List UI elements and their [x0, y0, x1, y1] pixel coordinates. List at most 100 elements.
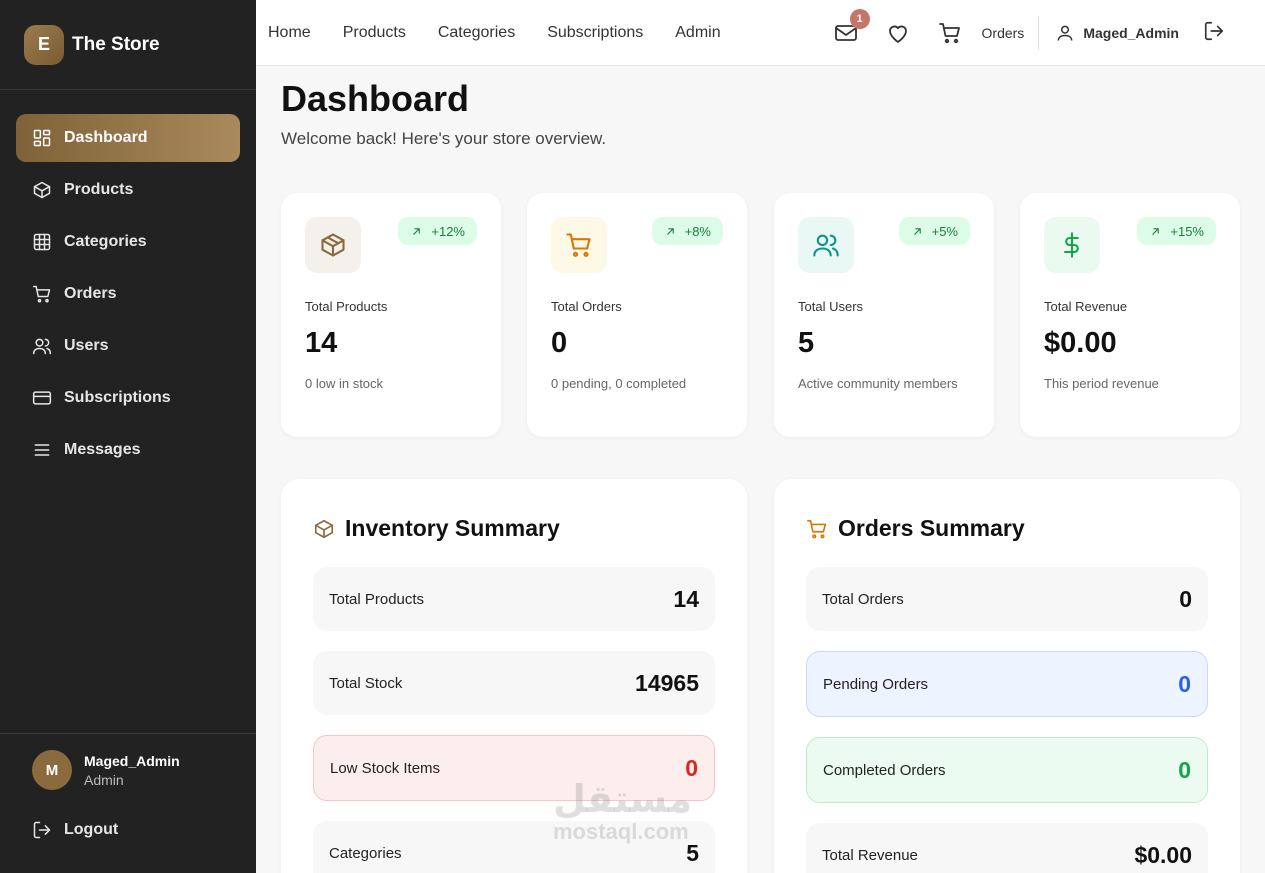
stat-value: 5	[798, 327, 815, 359]
user-icon	[1057, 25, 1073, 41]
dollar-icon	[1063, 232, 1079, 258]
nav-link-subscriptions[interactable]: Subscriptions	[547, 24, 643, 42]
users-icon	[813, 234, 839, 257]
sidebar-item-label: Categories	[64, 233, 147, 250]
summary-row-total-stock: Total Stock 14965	[313, 651, 715, 715]
user-menu-name: Maged_Admin	[1083, 25, 1179, 41]
messages-button[interactable]: 1	[834, 9, 870, 45]
logout-icon-button[interactable]	[1203, 20, 1225, 47]
box-icon	[314, 519, 334, 538]
trend-value: +5%	[931, 223, 958, 239]
nav-link-admin[interactable]: Admin	[675, 24, 720, 42]
panel-title: Orders Summary	[838, 515, 1025, 541]
sidebar-item-messages[interactable]: Messages	[16, 426, 240, 474]
dashboard-icon	[33, 129, 51, 147]
row-label: Total Revenue	[822, 846, 918, 864]
stat-label: Total Users	[798, 299, 864, 314]
sidebar-item-products[interactable]: Products	[16, 166, 240, 214]
nav-link-home[interactable]: Home	[268, 24, 311, 42]
nav-link-products[interactable]: Products	[343, 24, 406, 42]
panel-title: Inventory Summary	[345, 515, 560, 541]
stat-card-products: +12% Total Products 14 0 low in stock	[281, 193, 501, 437]
trend-value: +15%	[1170, 223, 1204, 239]
page-subtitle: Welcome back! Here's your store overview…	[281, 129, 607, 148]
stat-card-revenue: +15% Total Revenue $0.00 This period rev…	[1020, 193, 1240, 437]
top-nav: Home Products Categories Subscriptions A…	[268, 24, 753, 42]
stat-note: 0 low in stock	[305, 376, 384, 391]
logout-icon	[33, 821, 51, 839]
card-icon-box	[305, 217, 361, 273]
stat-value: 14	[305, 327, 338, 359]
user-role: Admin	[84, 771, 124, 788]
stat-label: Total Products	[305, 299, 388, 314]
sidebar: E The Store Dashboard Products Categorie…	[0, 0, 256, 873]
arrow-up-right-icon	[666, 227, 674, 235]
orders-summary-panel: Orders Summary Total Orders 0 Pending Or…	[774, 479, 1240, 873]
sidebar-item-subscriptions[interactable]: Subscriptions	[16, 374, 240, 422]
watermark-latin: mostaql.com	[553, 819, 689, 844]
menu-icon	[34, 444, 50, 456]
trend-value: +12%	[431, 223, 465, 239]
stat-label: Total Revenue	[1044, 299, 1128, 314]
row-value: $0.00	[1134, 841, 1192, 868]
logout-button[interactable]: Logout	[32, 820, 118, 840]
row-label: Total Products	[329, 590, 425, 608]
sidebar-item-categories[interactable]: Categories	[16, 218, 240, 266]
row-label: Total Orders	[822, 590, 904, 608]
row-label: Total Stock	[329, 674, 403, 692]
row-value: 14965	[635, 669, 699, 696]
sidebar-item-label: Products	[64, 181, 134, 198]
card-icon-dollar	[1044, 217, 1100, 273]
sidebar-item-orders[interactable]: Orders	[16, 270, 240, 318]
logout-icon	[1204, 21, 1224, 40]
users-icon	[32, 338, 52, 355]
row-value: 14	[673, 585, 699, 612]
avatar: M	[32, 750, 72, 790]
stat-value: 0	[551, 327, 568, 359]
page-title: Dashboard	[281, 78, 470, 119]
card-icon-users	[798, 217, 854, 273]
summary-row-total-products: Total Products 14	[313, 567, 715, 631]
box-icon	[33, 181, 51, 199]
arrow-up-right-icon	[1152, 227, 1160, 235]
orders-link[interactable]: Orders	[982, 25, 1025, 41]
arrow-up-right-icon	[913, 227, 921, 235]
stat-card-users: +5% Total Users 5 Active community membe…	[774, 193, 994, 437]
watermark-arabic: مستقل	[553, 779, 692, 821]
sidebar-item-users[interactable]: Users	[16, 322, 240, 370]
row-label: Completed Orders	[823, 761, 946, 779]
brand[interactable]: E The Store	[0, 0, 256, 90]
sidebar-item-dashboard[interactable]: Dashboard	[16, 114, 240, 162]
divider	[1038, 16, 1040, 50]
main-content: Dashboard Welcome back! Here's your stor…	[256, 66, 1265, 873]
cart-icon	[807, 519, 827, 538]
stat-label: Total Orders	[551, 299, 622, 314]
notification-badge: 1	[849, 9, 870, 29]
summary-row-completed-orders: Completed Orders 0	[806, 737, 1208, 803]
row-label: Categories	[329, 844, 402, 862]
box-icon	[321, 233, 345, 257]
top-navbar: Home Products Categories Subscriptions A…	[256, 0, 1265, 66]
stat-note: This period revenue	[1044, 376, 1159, 391]
cart-button[interactable]	[938, 21, 962, 45]
row-value: 0	[1178, 756, 1191, 783]
stat-note: 0 pending, 0 completed	[551, 376, 687, 391]
watermark: مستقل mostaql.com	[553, 780, 692, 844]
heart-icon	[888, 25, 907, 43]
row-value: 0	[1179, 585, 1192, 612]
user-profile[interactable]: M Maged_Admin Admin	[32, 750, 180, 790]
summary-row-total-orders: Total Orders 0	[806, 567, 1208, 631]
sidebar-nav: Dashboard Products Categories Orders Use…	[0, 90, 256, 474]
user-name: Maged_Admin	[84, 752, 180, 769]
stat-note: Active community members	[798, 376, 958, 391]
summary-row-pending-orders: Pending Orders 0	[806, 651, 1208, 717]
user-menu[interactable]: Maged_Admin	[1055, 23, 1179, 43]
row-label: Pending Orders	[823, 675, 929, 693]
sidebar-item-label: Messages	[64, 441, 141, 458]
stat-card-orders: +8% Total Orders 0 0 pending, 0 complete…	[527, 193, 747, 437]
nav-link-categories[interactable]: Categories	[438, 24, 515, 42]
row-value: 0	[685, 754, 698, 781]
cart-icon	[32, 285, 51, 303]
summary-row-total-revenue: Total Revenue $0.00	[806, 823, 1208, 873]
wishlist-button[interactable]	[886, 21, 910, 45]
